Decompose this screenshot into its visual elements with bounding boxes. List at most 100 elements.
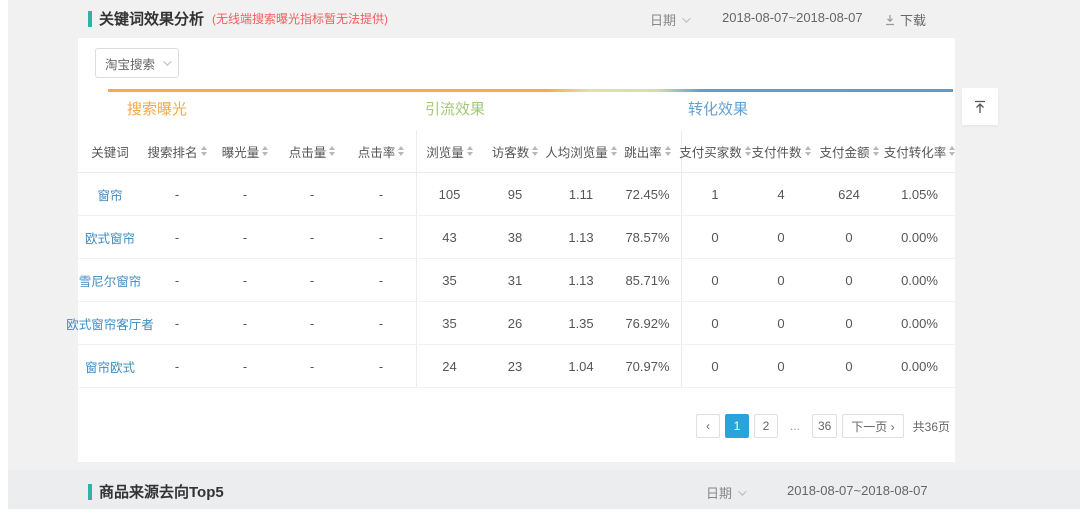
table-cell: 105: [417, 173, 482, 215]
next-page-button[interactable]: 下一页 ›: [842, 414, 903, 438]
table-cell: 0: [814, 302, 884, 344]
date-filter-label: 日期: [706, 483, 732, 502]
table-cell: 0: [682, 302, 748, 344]
sort-icon[interactable]: [665, 146, 671, 156]
column-header-10[interactable]: 支付件数: [748, 130, 814, 172]
keyword-table: 关键词搜索排名曝光量点击量点击率浏览量访客数人均浏览量跳出率支付买家数支付件数支…: [78, 130, 955, 388]
channel-select[interactable]: 淘宝搜索: [95, 48, 179, 78]
table-cell: -: [346, 259, 417, 301]
keyword-link[interactable]: 欧式窗帘客厅者: [66, 314, 154, 333]
table-cell: 0: [814, 259, 884, 301]
column-header-1[interactable]: 搜索排名: [142, 130, 212, 172]
keyword-cell: 窗帘欧式: [78, 345, 142, 387]
table-cell: 0: [748, 345, 814, 387]
table-cell: 72.45%: [614, 173, 682, 215]
page-button-1[interactable]: 1: [725, 414, 749, 438]
table-cell: 1.13: [548, 259, 614, 301]
keyword-cell: 窗帘: [78, 173, 142, 215]
back-to-top-button[interactable]: [962, 88, 998, 125]
table-cell: 23: [482, 345, 548, 387]
table-row: 窗帘----105951.1172.45%146241.05%: [78, 173, 955, 216]
table-cell: 78.57%: [614, 216, 682, 258]
table-cell: 38: [482, 216, 548, 258]
column-label: 访客数: [492, 142, 530, 161]
download-button[interactable]: 下载: [884, 10, 926, 29]
keyword-link[interactable]: 窗帘欧式: [85, 357, 135, 376]
column-header-8[interactable]: 跳出率: [614, 130, 682, 172]
keyword-analysis-header: 关键词效果分析 (无线端搜索曝光指标暂无法提供) 日期 2018-08-07~2…: [0, 0, 1080, 36]
table-cell: 4: [748, 173, 814, 215]
column-label: 跳出率: [624, 142, 662, 161]
column-label: 点击率: [358, 142, 396, 161]
column-label: 搜索排名: [147, 142, 197, 161]
keyword-link[interactable]: 窗帘: [97, 185, 122, 204]
column-header-7[interactable]: 人均浏览量: [548, 130, 614, 172]
sort-icon[interactable]: [467, 146, 473, 156]
sort-icon[interactable]: [201, 146, 207, 156]
sort-icon[interactable]: [949, 146, 955, 156]
table-cell: 0: [748, 259, 814, 301]
table-cell: 0: [814, 216, 884, 258]
column-header-3[interactable]: 点击量: [278, 130, 346, 172]
prev-page-button[interactable]: ‹: [696, 414, 720, 438]
table-cell: 624: [814, 173, 884, 215]
column-header-4[interactable]: 点击率: [346, 130, 417, 172]
table-cell: 1.04: [548, 345, 614, 387]
column-header-9[interactable]: 支付买家数: [682, 130, 748, 172]
page-button-36[interactable]: 36: [812, 414, 837, 438]
table-cell: -: [212, 345, 278, 387]
table-cell: -: [212, 302, 278, 344]
table-cell: 24: [417, 345, 482, 387]
table-cell: 70.97%: [614, 345, 682, 387]
column-header-12[interactable]: 支付转化率: [884, 130, 955, 172]
chevron-down-icon: [738, 487, 746, 495]
keyword-link[interactable]: 雪尼尔窗帘: [79, 271, 142, 290]
download-icon: [884, 14, 896, 26]
channel-select-value: 淘宝搜索: [105, 54, 155, 73]
group-label-search-exposure: 搜索曝光: [127, 98, 187, 119]
table-header-row: 关键词搜索排名曝光量点击量点击率浏览量访客数人均浏览量跳出率支付买家数支付件数支…: [78, 130, 955, 173]
column-label: 人均浏览量: [545, 142, 608, 161]
table-cell: 43: [417, 216, 482, 258]
table-cell: -: [346, 216, 417, 258]
sort-icon[interactable]: [398, 146, 404, 156]
sort-icon[interactable]: [329, 146, 335, 156]
page-button-2[interactable]: 2: [754, 414, 778, 438]
sort-icon[interactable]: [873, 146, 879, 156]
table-cell: -: [278, 173, 346, 215]
keyword-cell: 雪尼尔窗帘: [78, 259, 142, 301]
table-row: 窗帘欧式----24231.0470.97%0000.00%: [78, 345, 955, 388]
date-filter-dropdown[interactable]: 日期: [706, 483, 744, 502]
column-header-5[interactable]: 浏览量: [417, 130, 482, 172]
sort-icon[interactable]: [532, 146, 538, 156]
table-cell: 1.35: [548, 302, 614, 344]
column-label: 支付件数: [751, 142, 801, 161]
column-header-11[interactable]: 支付金额: [814, 130, 884, 172]
table-cell: 1: [682, 173, 748, 215]
column-header-2[interactable]: 曝光量: [212, 130, 278, 172]
keyword-cell: 欧式窗帘: [78, 216, 142, 258]
sort-icon[interactable]: [262, 146, 268, 156]
download-label: 下载: [900, 10, 926, 29]
section2-title: 商品来源去向Top5: [99, 481, 224, 502]
table-cell: -: [278, 302, 346, 344]
table-cell: -: [142, 259, 212, 301]
chevron-down-icon: [682, 14, 690, 22]
column-group-color-bar: [108, 89, 953, 92]
table-cell: 31: [482, 259, 548, 301]
pagination: ‹12...36下一页 ›共36页: [696, 414, 950, 438]
column-label: 支付买家数: [679, 142, 742, 161]
table-cell: -: [346, 302, 417, 344]
table-cell: 0: [682, 259, 748, 301]
sort-icon[interactable]: [805, 146, 811, 156]
table-cell: 1.13: [548, 216, 614, 258]
keyword-link[interactable]: 欧式窗帘: [85, 228, 135, 247]
column-label: 浏览量: [426, 142, 464, 161]
table-cell: -: [346, 173, 417, 215]
table-cell: -: [346, 345, 417, 387]
notice-text: (无线端搜索曝光指标暂无法提供): [212, 10, 388, 27]
column-header-6[interactable]: 访客数: [482, 130, 548, 172]
table-row: 欧式窗帘----43381.1378.57%0000.00%: [78, 216, 955, 259]
date-filter-dropdown[interactable]: 日期: [650, 10, 688, 29]
group-label-conversion-effect: 转化效果: [688, 98, 748, 119]
